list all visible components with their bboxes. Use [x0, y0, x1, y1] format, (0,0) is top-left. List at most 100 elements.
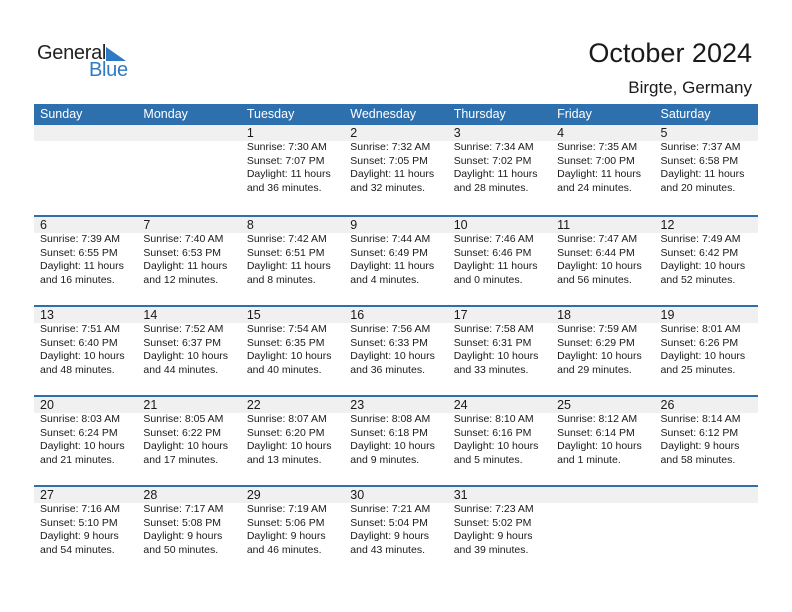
sunset-time: Sunset: 7:07 PM [246, 154, 325, 167]
daylight-minutes: and 46 minutes. [246, 543, 322, 556]
daylight-hours: Daylight: 9 hours [246, 530, 326, 543]
daylight-hours: Daylight: 11 hours [246, 168, 331, 181]
day-number: 18 [557, 308, 572, 322]
daylight-minutes: and 12 minutes. [143, 273, 219, 286]
sunset-time: Sunset: 5:08 PM [143, 516, 222, 529]
day-number: 23 [350, 398, 365, 412]
day-cell: 7 Sunrise: 7:40 AM Sunset: 6:53 PM Daylight… [137, 217, 240, 287]
daylight-minutes: and 29 minutes. [557, 363, 632, 376]
day-number: 30 [350, 488, 365, 502]
sunset-time: Sunset: 7:05 PM [350, 154, 428, 167]
day-number: 12 [660, 218, 675, 232]
sunset-time: Sunset: 6:24 PM [40, 426, 118, 439]
daylight-hours: Daylight: 11 hours [350, 260, 435, 273]
daylight-hours: Daylight: 10 hours [40, 350, 125, 363]
weekday-friday: Friday [557, 107, 592, 121]
day-number: 9 [350, 218, 358, 232]
day-cell: 31 Sunrise: 7:23 AM Sunset: 5:02 PM Dayligh… [448, 487, 551, 557]
day-number: 22 [246, 398, 261, 412]
day-cell: 20 Sunrise: 8:03 AM Sunset: 6:24 PM Dayligh… [34, 397, 137, 467]
day-cell: 24 Sunrise: 8:10 AM Sunset: 6:16 PM Dayligh… [448, 397, 551, 467]
day-number: 7 [143, 218, 151, 232]
weekday-header: Sunday Monday Tuesday Wednesday Thursday… [34, 104, 758, 125]
week-cells: 6 Sunrise: 7:39 AM Sunset: 6:55 PM Daylight… [34, 217, 758, 287]
daylight-minutes: and 58 minutes. [660, 453, 736, 466]
daylight-minutes: and 1 minute. [557, 453, 621, 466]
sunset-time: Sunset: 6:12 PM [660, 426, 739, 439]
sunrise-time: Sunrise: 8:14 AM [660, 413, 741, 425]
calendar-week: 6 Sunrise: 7:39 AM Sunset: 6:55 PM Daylight… [34, 215, 758, 305]
day-number: 16 [350, 308, 365, 322]
day-number: 10 [453, 218, 468, 232]
daylight-minutes: and 43 minutes. [350, 543, 425, 556]
day-cell: 30 Sunrise: 7:21 AM Sunset: 5:04 PM Dayligh… [344, 487, 447, 557]
day-number: 28 [143, 488, 158, 502]
day-number: 1 [246, 126, 254, 140]
sunrise-time: Sunrise: 8:10 AM [453, 413, 534, 425]
daylight-hours: Daylight: 10 hours [557, 260, 642, 273]
sunrise-time: Sunrise: 7:54 AM [246, 323, 327, 335]
daylight-hours: Daylight: 10 hours [557, 440, 642, 453]
sunrise-time: Sunrise: 8:03 AM [40, 413, 120, 425]
sunset-time: Sunset: 6:53 PM [143, 246, 222, 259]
sunset-time: Sunset: 6:14 PM [557, 426, 635, 439]
daylight-minutes: and 25 minutes. [660, 363, 736, 376]
weekday-wednesday: Wednesday [350, 107, 417, 121]
day-cell: 17 Sunrise: 7:58 AM Sunset: 6:31 PM Dayligh… [448, 307, 551, 377]
sunrise-time: Sunrise: 8:12 AM [557, 413, 638, 425]
sunset-time: Sunset: 5:10 PM [40, 516, 118, 529]
daylight-minutes: and 4 minutes. [350, 273, 420, 286]
daylight-minutes: and 17 minutes. [143, 453, 219, 466]
sunset-time: Sunset: 6:31 PM [453, 336, 532, 349]
calendar-week: 13 Sunrise: 7:51 AM Sunset: 6:40 PM Dayligh… [34, 305, 758, 395]
empty-day-cell [34, 125, 137, 195]
sunset-time: Sunset: 6:26 PM [660, 336, 739, 349]
day-number: 17 [453, 308, 468, 322]
daylight-hours: Daylight: 10 hours [143, 350, 229, 363]
sunrise-time: Sunrise: 7:58 AM [453, 323, 534, 335]
daylight-minutes: and 28 minutes. [453, 181, 529, 194]
page-title: October 2024 [588, 38, 752, 68]
sunset-time: Sunset: 6:51 PM [246, 246, 325, 259]
day-cell: 4 Sunrise: 7:35 AM Sunset: 7:00 PM Daylight… [551, 125, 654, 195]
day-number: 14 [143, 308, 158, 322]
day-number: 4 [557, 126, 565, 140]
weekday-tuesday: Tuesday [246, 107, 295, 121]
day-number: 26 [660, 398, 675, 412]
sunset-time: Sunset: 6:20 PM [246, 426, 325, 439]
calendar-weeks: 1 Sunrise: 7:30 AM Sunset: 7:07 PM Daylight… [34, 125, 758, 575]
day-number: 21 [143, 398, 158, 412]
sunset-time: Sunset: 6:49 PM [350, 246, 428, 259]
sunrise-time: Sunrise: 7:47 AM [557, 233, 638, 245]
daylight-hours: Daylight: 10 hours [350, 350, 435, 363]
daylight-hours: Daylight: 10 hours [246, 440, 332, 453]
daylight-minutes: and 5 minutes. [453, 453, 523, 466]
daylight-minutes: and 36 minutes. [350, 363, 425, 376]
empty-day-cell [551, 487, 654, 557]
daylight-hours: Daylight: 11 hours [557, 168, 641, 181]
day-cell: 6 Sunrise: 7:39 AM Sunset: 6:55 PM Daylight… [34, 217, 137, 287]
sunset-time: Sunset: 6:58 PM [660, 154, 739, 167]
daylight-hours: Daylight: 11 hours [143, 260, 228, 273]
daylight-hours: Daylight: 9 hours [660, 440, 740, 453]
sunrise-time: Sunrise: 7:35 AM [557, 141, 638, 153]
day-cell: 29 Sunrise: 7:19 AM Sunset: 5:06 PM Dayligh… [241, 487, 344, 557]
day-number: 15 [246, 308, 261, 322]
daylight-minutes: and 44 minutes. [143, 363, 219, 376]
daylight-minutes: and 52 minutes. [660, 273, 736, 286]
daylight-minutes: and 0 minutes. [453, 273, 523, 286]
week-cells: 20 Sunrise: 8:03 AM Sunset: 6:24 PM Dayligh… [34, 397, 758, 467]
day-cell: 18 Sunrise: 7:59 AM Sunset: 6:29 PM Dayligh… [551, 307, 654, 377]
day-cell: 27 Sunrise: 7:16 AM Sunset: 5:10 PM Dayligh… [34, 487, 137, 557]
daylight-minutes: and 13 minutes. [246, 453, 322, 466]
day-cell: 23 Sunrise: 8:08 AM Sunset: 6:18 PM Dayligh… [344, 397, 447, 467]
daylight-hours: Daylight: 9 hours [40, 530, 119, 543]
week-cells: 13 Sunrise: 7:51 AM Sunset: 6:40 PM Dayligh… [34, 307, 758, 377]
sunrise-time: Sunrise: 8:01 AM [660, 323, 741, 335]
day-cell: 1 Sunrise: 7:30 AM Sunset: 7:07 PM Daylight… [241, 125, 344, 195]
sunrise-time: Sunrise: 7:16 AM [40, 503, 120, 515]
sunset-time: Sunset: 6:29 PM [557, 336, 635, 349]
day-cell: 14 Sunrise: 7:52 AM Sunset: 6:37 PM Dayligh… [137, 307, 240, 377]
sunrise-time: Sunrise: 7:17 AM [143, 503, 224, 515]
daylight-hours: Daylight: 11 hours [453, 260, 538, 273]
